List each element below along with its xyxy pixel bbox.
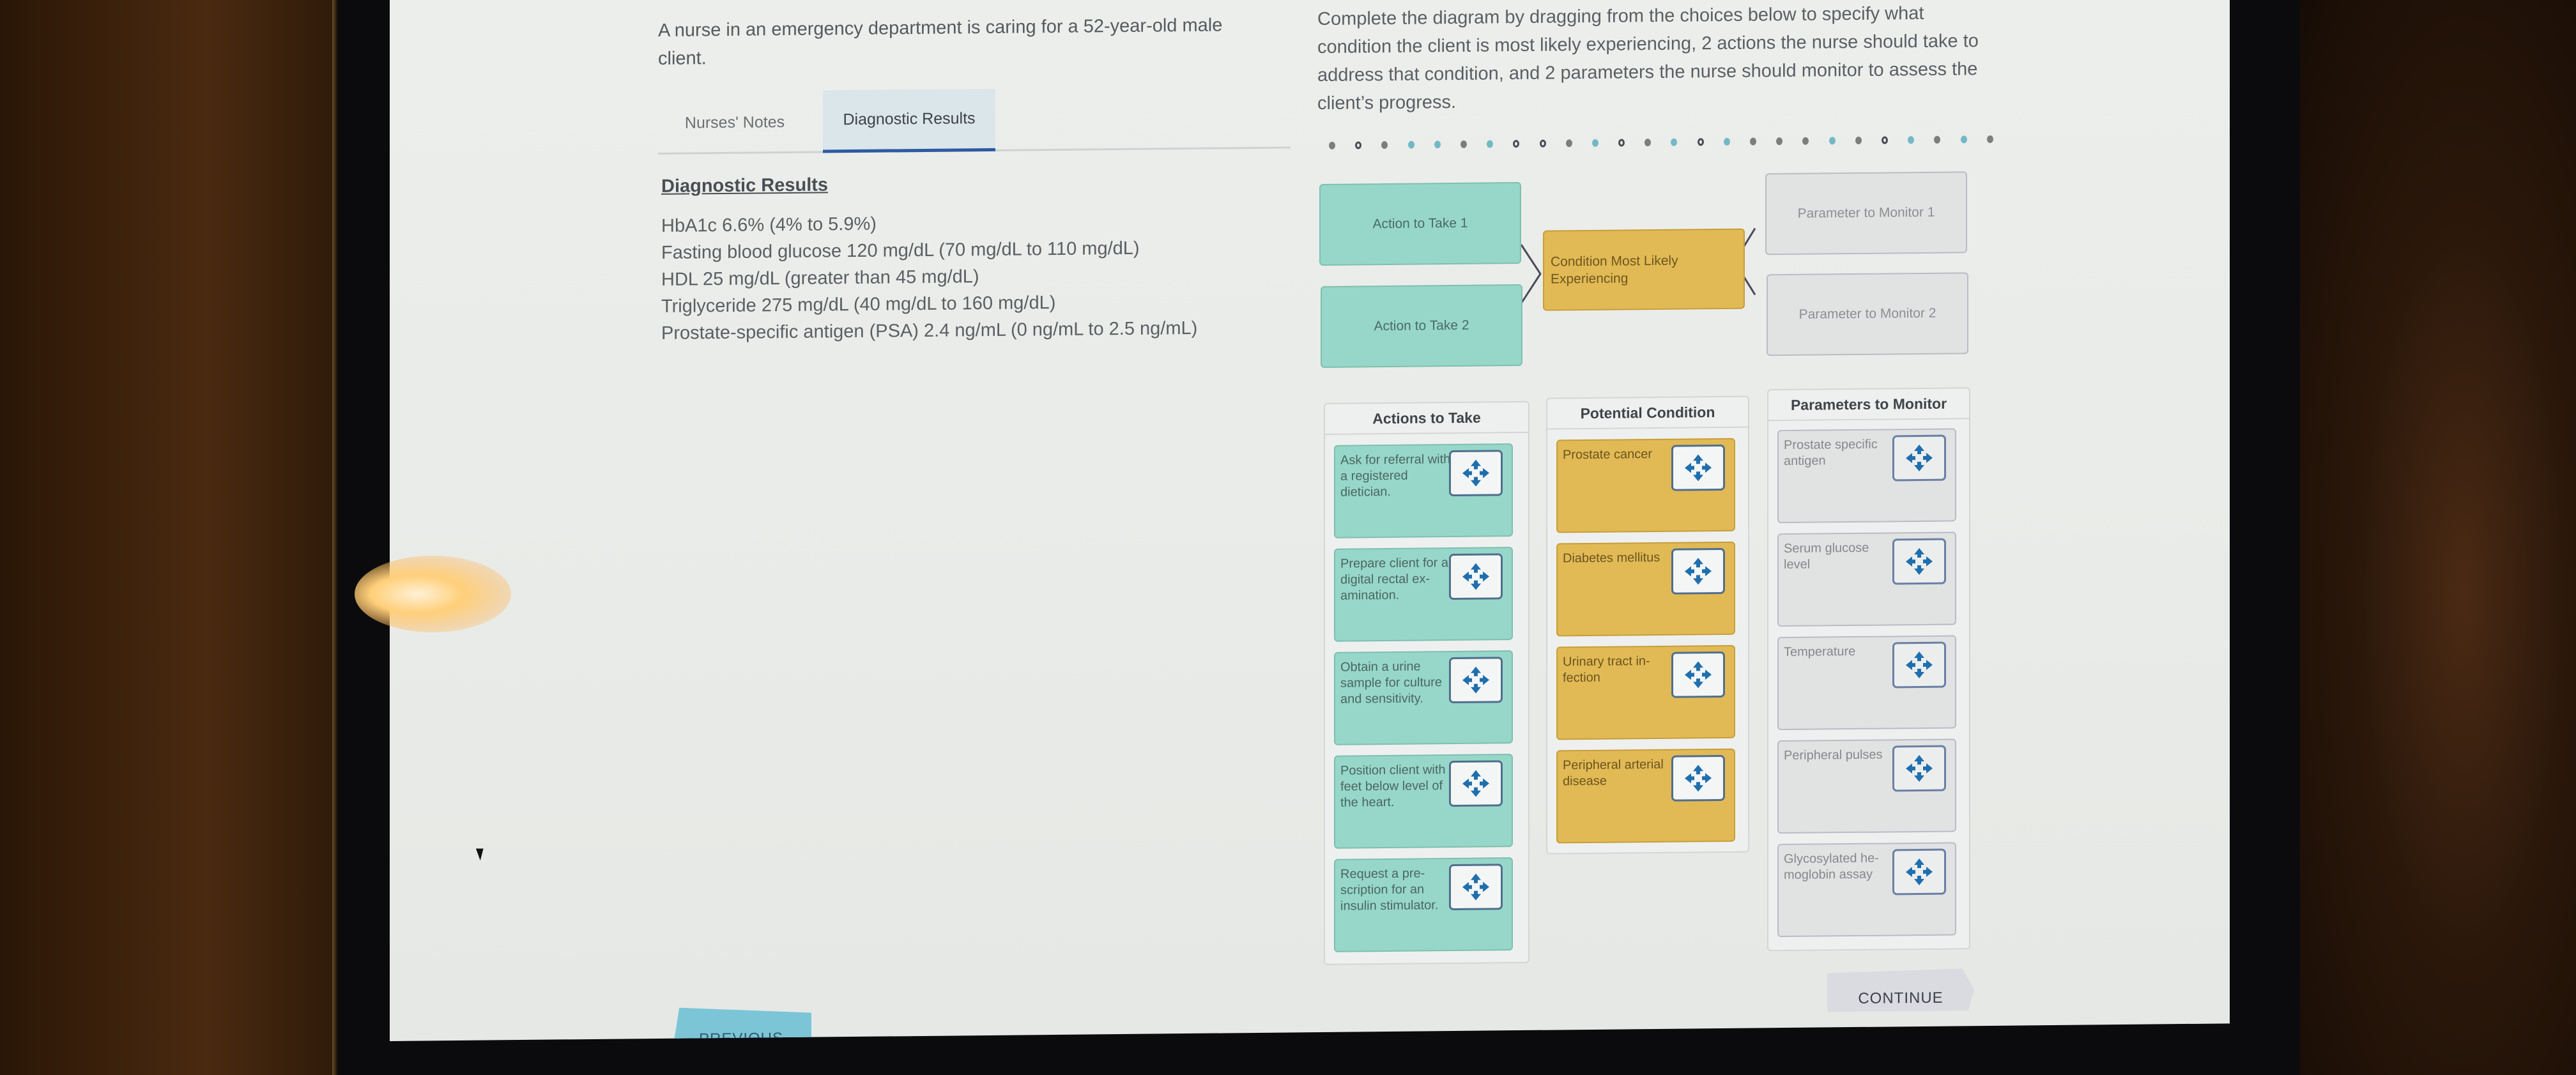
- progress-dot: [1855, 136, 1862, 144]
- progress-dot: [1591, 139, 1598, 147]
- progress-dot: [1908, 136, 1915, 144]
- move-arrows-icon[interactable]: [1449, 864, 1503, 911]
- diagnostic-results-panel: Diagnostic Results HbA1c 6.6% (4% to 5.9…: [661, 171, 1275, 347]
- progress-dot: [1329, 141, 1335, 149]
- move-arrows-icon[interactable]: [1449, 553, 1503, 600]
- parameters-column: Parameters to Monitor Prostate specific …: [1767, 387, 1970, 952]
- move-arrows-icon[interactable]: [1892, 848, 1946, 896]
- progress-dot: [1881, 136, 1888, 144]
- drop-slot-action-2[interactable]: Action to Take 2: [1321, 284, 1522, 369]
- move-arrows-icon[interactable]: [1449, 657, 1503, 704]
- progress-dot: [1618, 139, 1625, 147]
- progress-dot: [1828, 137, 1836, 145]
- drop-slot-parameter-2[interactable]: Parameter to Monitor 2: [1767, 272, 1968, 356]
- action-card[interactable]: Position client with feet below level of…: [1334, 754, 1513, 849]
- light-glare: [355, 556, 511, 632]
- move-arrows-icon[interactable]: [1892, 538, 1946, 585]
- tab-diagnostic-results[interactable]: Diagnostic Results: [823, 88, 995, 153]
- instructions-text: Complete the diagram by dragging from th…: [1317, 3, 1979, 114]
- move-arrows-icon[interactable]: [1892, 745, 1946, 792]
- answer-diagram: Action to Take 1 Action to Take 2 Condit…: [1319, 165, 2003, 369]
- progress-dot: [1776, 137, 1783, 146]
- move-arrows-icon[interactable]: [1892, 641, 1946, 689]
- move-arrows-icon[interactable]: [1449, 760, 1503, 807]
- action-card-label: Position client with feet below level of…: [1340, 763, 1446, 810]
- move-arrows-icon[interactable]: [1671, 754, 1725, 802]
- progress-dot: [1381, 141, 1388, 149]
- move-arrows-icon[interactable]: [1449, 450, 1503, 497]
- progress-dot: [1934, 135, 1941, 144]
- parameter-card-label: Temperature: [1784, 644, 1856, 660]
- action-card[interactable]: Obtain a urine sample for culture and se…: [1334, 650, 1513, 745]
- move-arrows-icon[interactable]: [1671, 547, 1725, 595]
- monitor-edge: [332, 0, 337, 1075]
- parameter-card-label: Peripheral pulses: [1784, 747, 1883, 763]
- scenario-text: A nurse in an emergency department is ca…: [658, 15, 1223, 69]
- actions-column-title: Actions to Take: [1325, 402, 1528, 435]
- condition-card-label: Peripheral arterial disease: [1563, 757, 1664, 789]
- progress-dot: [1513, 140, 1520, 148]
- progress-dot: [1986, 135, 1993, 144]
- action-card[interactable]: Request a pre-scription for an insulin s…: [1334, 857, 1513, 952]
- action-card-label: Request a pre-scription for an insulin s…: [1340, 866, 1439, 913]
- progress-dot: [1407, 141, 1414, 149]
- parameter-card[interactable]: Serum glucose level: [1777, 531, 1956, 627]
- drop-slot-action-1[interactable]: Action to Take 1: [1319, 181, 1521, 266]
- progress-dot: [1355, 141, 1362, 149]
- diagnostic-results-title: Diagnostic Results: [661, 174, 829, 197]
- parameter-card[interactable]: Prostate specific antigen: [1777, 428, 1956, 524]
- parameter-card-label: Serum glucose level: [1784, 540, 1869, 572]
- parameter-card-label: Prostate specific antigen: [1784, 437, 1878, 469]
- move-arrows-icon[interactable]: [1671, 444, 1725, 491]
- condition-card-label: Diabetes mellitus: [1563, 550, 1660, 566]
- progress-dot: [1960, 135, 1967, 144]
- action-card[interactable]: Ask for referral with a registered dieti…: [1334, 443, 1513, 538]
- action-card-label: Prepare client for a digital rectal ex-a…: [1340, 556, 1448, 603]
- background-right: [2294, 0, 2576, 1075]
- conditions-column-title: Potential Condition: [1547, 397, 1748, 430]
- condition-card-label: Prostate cancer: [1563, 447, 1653, 462]
- move-arrows-icon[interactable]: [1671, 651, 1725, 698]
- action-card-label: Obtain a urine sample for culture and se…: [1340, 659, 1442, 706]
- condition-card[interactable]: Peripheral arterial disease: [1556, 748, 1735, 844]
- progress-dots: [1329, 133, 1993, 152]
- parameters-column-title: Parameters to Monitor: [1768, 388, 1969, 422]
- condition-card[interactable]: Urinary tract in-fection: [1556, 644, 1735, 740]
- drop-slot-parameter-1[interactable]: Parameter to Monitor 1: [1765, 171, 1967, 255]
- tab-bar: Nurses' Notes Diagnostic Results: [658, 86, 1291, 155]
- progress-dot: [1565, 139, 1572, 148]
- drop-slot-condition[interactable]: Condition Most Likely Experiencing: [1543, 228, 1745, 311]
- progress-dot: [1539, 139, 1546, 148]
- progress-dot: [1671, 138, 1678, 146]
- result-psa: Prostate-specific antigen (PSA) 2.4 ng/m…: [661, 317, 1198, 344]
- progress-dot: [1723, 137, 1730, 146]
- progress-dot: [1802, 137, 1809, 145]
- progress-dot: [1644, 139, 1652, 147]
- conditions-column: Potential Condition Prostate cancer Diab…: [1546, 395, 1749, 855]
- continue-button[interactable]: CONTINUE: [1827, 968, 1974, 1012]
- condition-card[interactable]: Prostate cancer: [1556, 438, 1735, 533]
- actions-column: Actions to Take Ask for referral with a …: [1324, 400, 1529, 965]
- parameter-card[interactable]: Temperature: [1777, 635, 1956, 731]
- progress-dot: [1434, 141, 1441, 149]
- action-card[interactable]: Prepare client for a digital rectal ex-a…: [1334, 547, 1513, 642]
- parameter-card[interactable]: Glycosylated he-moglobin assay: [1777, 842, 1956, 938]
- progress-dot: [1487, 140, 1494, 148]
- action-card-label: Ask for referral with a registered dieti…: [1340, 452, 1451, 499]
- progress-dot: [1697, 138, 1704, 146]
- progress-dot: [1460, 140, 1467, 148]
- progress-dot: [1750, 137, 1756, 146]
- previous-button[interactable]: PREVIOUS: [671, 1007, 811, 1041]
- tab-nurses-notes[interactable]: Nurses' Notes: [658, 91, 811, 155]
- connector-left: [1520, 244, 1542, 304]
- screen: A nurse in an emergency department is ca…: [390, 0, 2230, 1041]
- condition-card[interactable]: Diabetes mellitus: [1556, 541, 1735, 637]
- parameter-card-label: Glycosylated he-moglobin assay: [1784, 851, 1879, 883]
- parameter-card[interactable]: Peripheral pulses: [1777, 738, 1956, 834]
- move-arrows-icon[interactable]: [1892, 434, 1946, 482]
- condition-card-label: Urinary tract in-fection: [1563, 654, 1650, 685]
